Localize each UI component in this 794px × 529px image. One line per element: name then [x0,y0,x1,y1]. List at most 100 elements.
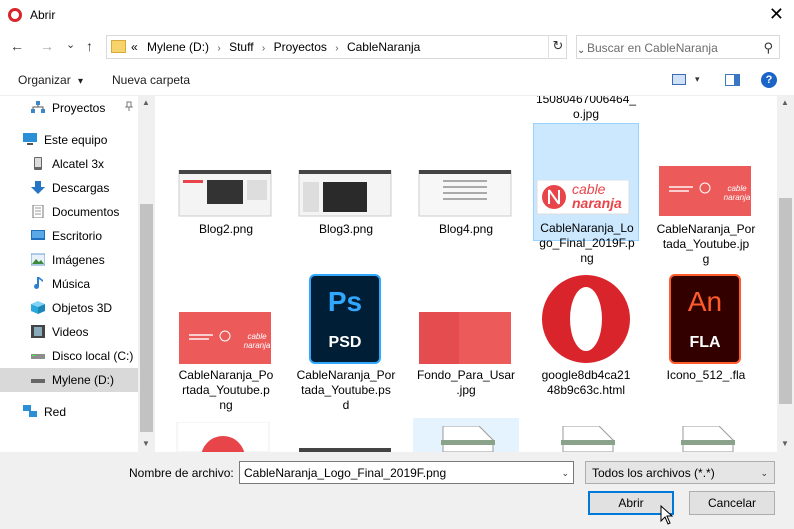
scroll-up-icon[interactable]: ▲ [781,98,789,107]
file-thumbnail [419,312,511,364]
opera-browser-icon [542,275,630,363]
chevron-right-icon: › [335,43,339,54]
up-arrow-icon[interactable]: ↑ [86,39,93,53]
sidebar-item-imagenes[interactable]: Imágenes [0,248,138,272]
close-icon[interactable]: ✕ [769,5,784,23]
chevron-down-icon[interactable]: ⌄ [561,468,569,479]
back-arrow-icon[interactable]: ← [10,39,24,53]
file-item[interactable]: google8db4ca21 48b9c63c.html [533,272,639,416]
chevron-right-icon: › [217,43,221,54]
filename-input[interactable]: CableNaranja_Logo_Final_2019F.png ⌄ [239,461,574,484]
sidebar-scrollbar[interactable]: ▲ ▼ [138,96,155,452]
sidebar-item-este-equipo[interactable]: Este equipo [0,128,138,152]
cancel-button[interactable]: Cancelar [689,491,775,515]
sidebar-item-escritorio[interactable]: Escritorio [0,224,138,248]
sidebar-item-disco-local[interactable]: Disco local (C:) [0,344,138,368]
computer-icon [23,133,37,145]
navigation-pane: Proyectos Este equipo Alcatel 3x Descarg… [0,96,155,452]
folder-icon [111,40,126,53]
new-folder-button[interactable]: Nueva carpeta [112,73,190,87]
file-item[interactable]: Fondo_Para_Usar .jpg [413,272,519,416]
videos-icon [31,325,45,338]
organize-label: Organizar [18,73,71,87]
scroll-down-icon[interactable]: ▼ [781,439,789,448]
search-icon[interactable]: ⚲ [763,40,773,56]
sidebar-scrollbar-thumb[interactable] [140,204,153,432]
sidebar-item-descargas[interactable]: Descargas [0,176,138,200]
file-item-partial[interactable] [653,418,759,452]
pictures-icon [31,253,45,266]
file-name: google8db4ca21 48b9c63c.html [541,368,631,397]
file-name: 15080467006464_ o.jpg [535,96,637,121]
preview-pane-icon[interactable] [725,74,740,86]
address-bar[interactable]: « Mylene (D:) › Stuff › Proyectos › Cabl… [106,35,585,59]
navigation-bar: ← → ⌄ ↑ « Mylene (D:) › Stuff › Proyecto… [0,30,794,64]
file-item-partial[interactable] [293,418,399,452]
file-name: Fondo_Para_Usar .jpg [416,368,516,397]
organize-button[interactable]: Organizar ▾ [18,73,83,87]
file-item-partial[interactable] [173,418,279,452]
generic-file-icon [561,426,615,452]
file-name: CableNaranja_Por tada_Youtube.ps d [296,368,396,412]
breadcrumb-cablenaranja[interactable]: CableNaranja [347,40,420,54]
logo-text: cable naranja [572,181,622,211]
recent-locations-icon[interactable]: ⌄ [66,38,75,52]
file-item[interactable]: 15080467006464_ o.jpg [533,96,639,124]
sidebar-item-label: Proyectos [52,101,106,115]
file-thumbnail [298,170,392,217]
file-list-scrollbar[interactable]: ▲ ▼ [777,96,794,452]
photoshop-icon: Ps PSD [309,274,381,364]
file-item[interactable]: Ps PSD CableNaranja_Por tada_Youtube.ps … [293,272,399,416]
sidebar-item-videos[interactable]: Videos [0,320,138,344]
breadcrumb-mylene[interactable]: Mylene (D:) [147,40,209,54]
file-item[interactable]: An FLA Icono_512_.fla [653,272,759,416]
documents-icon [32,205,44,218]
file-name: Blog3.png [318,222,374,236]
file-item-selected[interactable]: cable naranja CableNaranja_Lo go_Final_2… [533,123,639,265]
file-item-partial[interactable] [533,418,639,452]
breadcrumb-overflow[interactable]: « [131,40,138,54]
sidebar-item-label: Videos [52,325,89,339]
forward-arrow-icon[interactable]: → [40,39,54,53]
pin-icon[interactable] [124,101,134,114]
file-thumbnail [176,422,270,452]
breadcrumb: « Mylene (D:) › Stuff › Proyectos › Cabl… [131,40,420,54]
file-item[interactable]: cable naranja CableNaranja_Por tada_Yout… [653,124,759,266]
scroll-up-icon[interactable]: ▲ [142,98,150,107]
scroll-down-icon[interactable]: ▼ [142,439,150,448]
sidebar-item-musica[interactable]: Música [0,272,138,296]
chevron-down-icon: ⌄ [760,468,768,478]
sidebar-item-documentos[interactable]: Documentos [0,200,138,224]
drive-icon [31,354,45,359]
file-list-scrollbar-thumb[interactable] [779,198,792,404]
sidebar-item-mylene[interactable]: Mylene (D:) [0,368,138,392]
sidebar-item-objetos-3d[interactable]: Objetos 3D [0,296,138,320]
sidebar-item-alcatel[interactable]: Alcatel 3x [0,152,138,176]
file-item[interactable]: cable naranja CableNaranja_Po rtada_Yout… [173,272,279,416]
search-box[interactable]: Buscar en CableNaranja ⚲ [576,35,780,59]
file-item[interactable]: Blog2.png [173,124,279,240]
help-icon[interactable]: ? [761,72,777,88]
opera-logo-icon [8,8,22,22]
generic-file-icon [441,426,495,452]
sidebar-item-proyectos[interactable]: Proyectos [0,96,138,120]
sidebar-item-label: Alcatel 3x [52,157,105,171]
file-name: Icono_512_.fla [666,368,746,382]
network-icon [31,101,45,113]
file-item[interactable]: Blog3.png [293,124,399,240]
sidebar-item-label: Red [44,405,67,419]
caret-down-icon[interactable]: ▾ [695,74,700,85]
breadcrumb-proyectos[interactable]: Proyectos [274,40,327,54]
sidebar-item-label: Imágenes [52,253,105,267]
search-placeholder: Buscar en CableNaranja [587,41,718,55]
sidebar-item-red[interactable]: Red [0,400,138,424]
view-options-icon[interactable] [672,74,686,85]
filetype-select[interactable]: Todos los archivos (*.*) ⌄ [585,461,775,484]
sidebar-item-label: Este equipo [44,133,108,147]
refresh-icon[interactable]: ↻ [548,35,567,59]
breadcrumb-stuff[interactable]: Stuff [229,40,253,54]
file-item[interactable]: Blog4.png [413,124,519,240]
file-item-partial[interactable] [413,418,519,452]
file-name: CableNaranja_Por tada_Youtube.jp g [656,222,756,266]
file-name: Blog2.png [198,222,254,236]
